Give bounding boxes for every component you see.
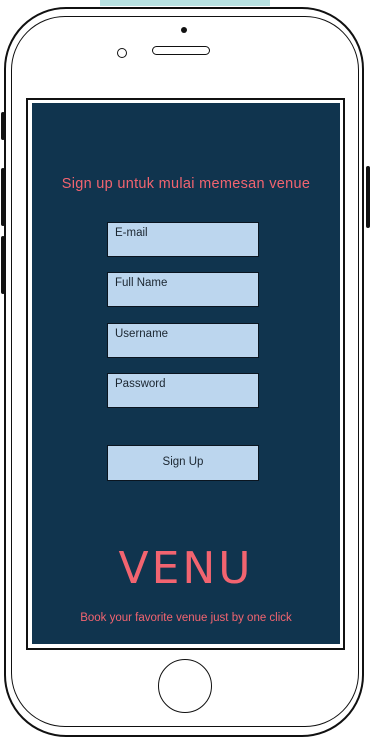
email-field[interactable]: E-mail xyxy=(107,222,259,257)
home-button-icon[interactable] xyxy=(158,659,212,713)
phone-mockup: Sign up untuk mulai memesan venue E-mail… xyxy=(0,0,371,742)
speaker-icon xyxy=(152,46,210,55)
sign-up-button[interactable]: Sign Up xyxy=(107,445,259,481)
username-field[interactable]: Username xyxy=(107,323,259,358)
power-button xyxy=(366,166,370,228)
full-name-field[interactable]: Full Name xyxy=(107,272,259,307)
app-logo: VENU xyxy=(118,543,254,594)
tagline: Book your favorite venue just by one cli… xyxy=(80,612,292,624)
app-screen: Sign up untuk mulai memesan venue E-mail… xyxy=(32,103,340,644)
password-field[interactable]: Password xyxy=(107,373,259,408)
page-title: Sign up untuk mulai memesan venue xyxy=(61,176,311,192)
sensor-icon xyxy=(181,27,187,33)
camera-icon xyxy=(117,48,127,58)
top-decoration xyxy=(100,0,270,6)
